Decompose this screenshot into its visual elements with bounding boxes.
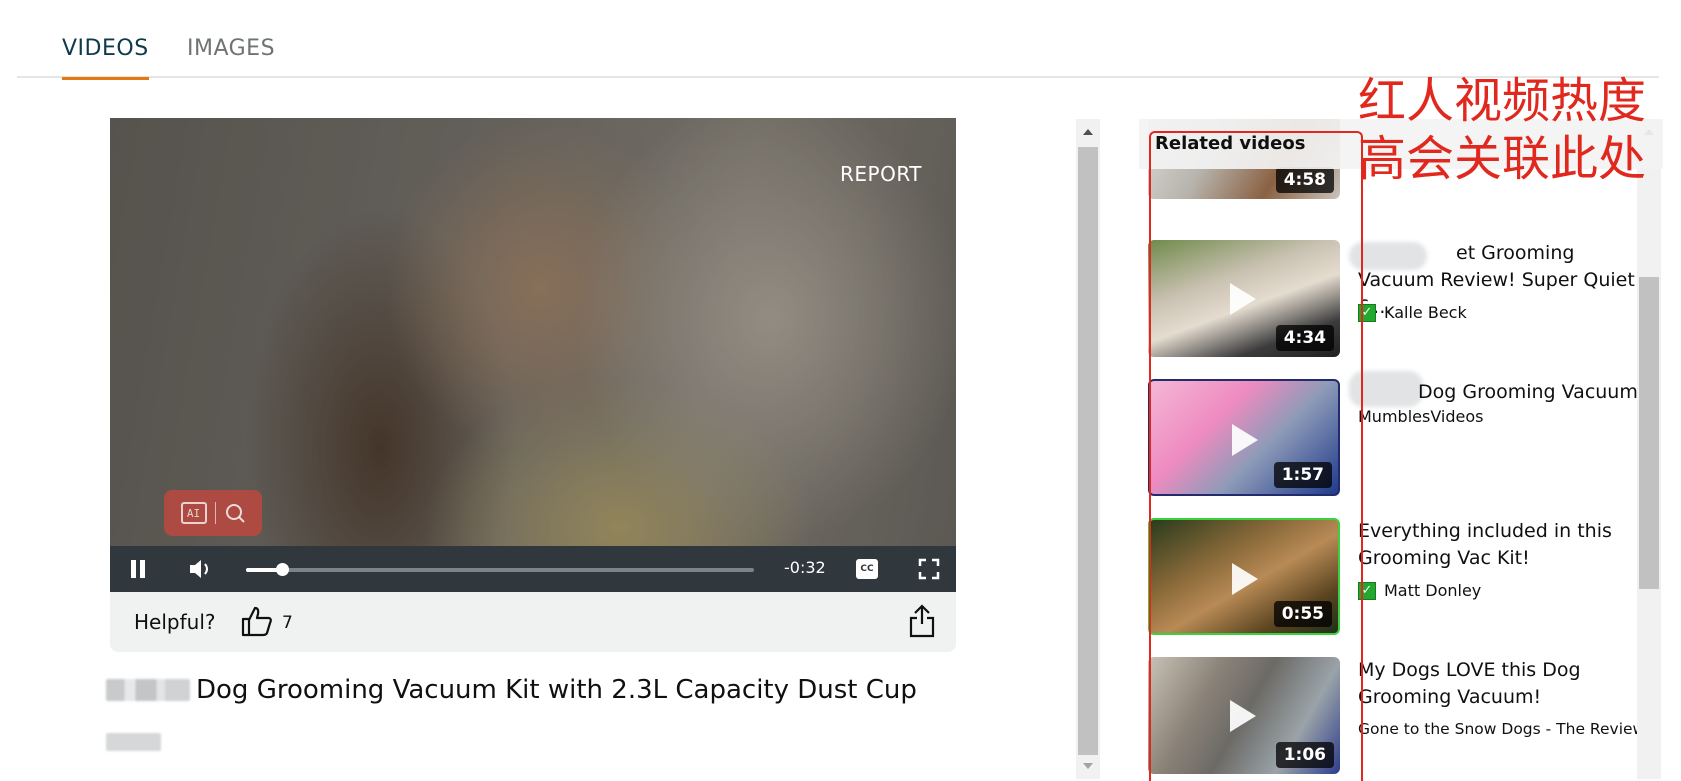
scroll-down-icon[interactable]	[1083, 763, 1093, 769]
related-item[interactable]: 0:55 Everything included in this Groomin…	[1139, 518, 1663, 638]
tab-images[interactable]: IMAGES	[187, 36, 275, 77]
duration-badge: 1:57	[1273, 462, 1332, 488]
duration-badge: 4:34	[1275, 325, 1334, 351]
report-button[interactable]: REPORT	[840, 162, 922, 186]
related-title: Related videos	[1155, 133, 1306, 154]
search-icon	[225, 504, 245, 523]
helpful-label: Helpful?	[134, 610, 216, 634]
related-item-author: ✓ Kalle Beck	[1358, 303, 1467, 322]
verified-check-icon: ✓	[1358, 581, 1376, 600]
duration-badge: 1:06	[1275, 742, 1334, 768]
scroll-thumb[interactable]	[1639, 277, 1659, 589]
player-scrollbar[interactable]	[1076, 119, 1100, 779]
verified-check-icon: ✓	[1358, 303, 1376, 322]
play-icon	[1232, 424, 1258, 456]
divider	[214, 502, 216, 524]
progress-handle[interactable]	[275, 563, 289, 576]
ai-visual-search-button[interactable]: AI	[164, 490, 262, 536]
author-name: Kalle Beck	[1384, 303, 1467, 322]
video-title-row: Dog Grooming Vacuum Kit with 2.3L Capaci…	[106, 672, 917, 708]
video-thumbnail[interactable]: 1:57	[1148, 379, 1340, 496]
helpful-count: 7	[282, 613, 293, 633]
scroll-thumb[interactable]	[1078, 147, 1098, 755]
related-item-title[interactable]: Dog Grooming Vacuum	[1358, 379, 1648, 406]
play-icon	[1230, 700, 1256, 732]
fullscreen-icon[interactable]	[918, 558, 940, 580]
scroll-up-icon[interactable]	[1083, 129, 1093, 135]
related-header: Related videos	[1139, 119, 1663, 169]
volume-icon[interactable]	[188, 557, 214, 581]
author-name: Gone to the Snow Dogs - The Review	[1358, 720, 1646, 738]
related-item-author: Gone to the Snow Dogs - The Review	[1358, 720, 1645, 738]
related-scrollbar[interactable]	[1637, 119, 1661, 779]
tab-videos[interactable]: VIDEOS	[62, 36, 149, 80]
time-remaining: -0:32	[784, 558, 826, 577]
related-item-title[interactable]: Everything included in this Grooming Vac…	[1358, 518, 1648, 572]
play-icon	[1230, 283, 1256, 315]
duration-badge: 0:55	[1273, 601, 1332, 627]
related-item[interactable]: 1:57 Dog Grooming Vacuum MumblesVideos	[1139, 371, 1663, 499]
player-controls: -0:32 CC	[110, 546, 956, 592]
related-item-title[interactable]: My Dogs LOVE this Dog Grooming Vacuum!	[1358, 657, 1648, 711]
redacted-subtitle	[106, 733, 161, 751]
related-item-author: ✓ Matt Donley	[1358, 581, 1481, 600]
play-icon	[1232, 563, 1258, 595]
video-thumbnail[interactable]: 0:55	[1148, 518, 1340, 635]
related-videos-panel: Related videos 4:58 4:34 et Grooming Vac…	[1139, 119, 1663, 781]
redacted-brand	[106, 679, 190, 701]
thumbs-up-icon[interactable]	[240, 605, 274, 637]
related-item[interactable]: 4:34 et Grooming Vacuum Review! Super Qu…	[1139, 240, 1663, 360]
related-item[interactable]: 1:06 My Dogs LOVE this Dog Grooming Vacu…	[1139, 657, 1663, 777]
video-player[interactable]: REPORT AI -0:32 CC	[110, 118, 956, 592]
related-item-author: MumblesVideos	[1358, 407, 1483, 426]
page: VIDEOS IMAGES REPORT AI -0:32 CC Helpful…	[0, 0, 1681, 781]
progress-bar[interactable]	[246, 563, 754, 576]
video-title: Dog Grooming Vacuum Kit with 2.3L Capaci…	[196, 675, 917, 705]
ai-icon: AI	[180, 502, 207, 524]
duration-badge: 4:58	[1275, 167, 1334, 193]
author-name: Matt Donley	[1384, 581, 1482, 600]
author-name: MumblesVideos	[1358, 407, 1484, 426]
helpful-bar: Helpful? 7	[110, 592, 956, 652]
video-thumbnail[interactable]: 4:34	[1148, 240, 1340, 357]
pause-icon[interactable]	[130, 560, 146, 578]
media-tabs: VIDEOS IMAGES	[17, 30, 1659, 80]
video-thumbnail[interactable]: 1:06	[1148, 657, 1340, 774]
closed-captions-icon[interactable]: CC	[856, 559, 878, 579]
share-icon[interactable]	[908, 604, 936, 638]
